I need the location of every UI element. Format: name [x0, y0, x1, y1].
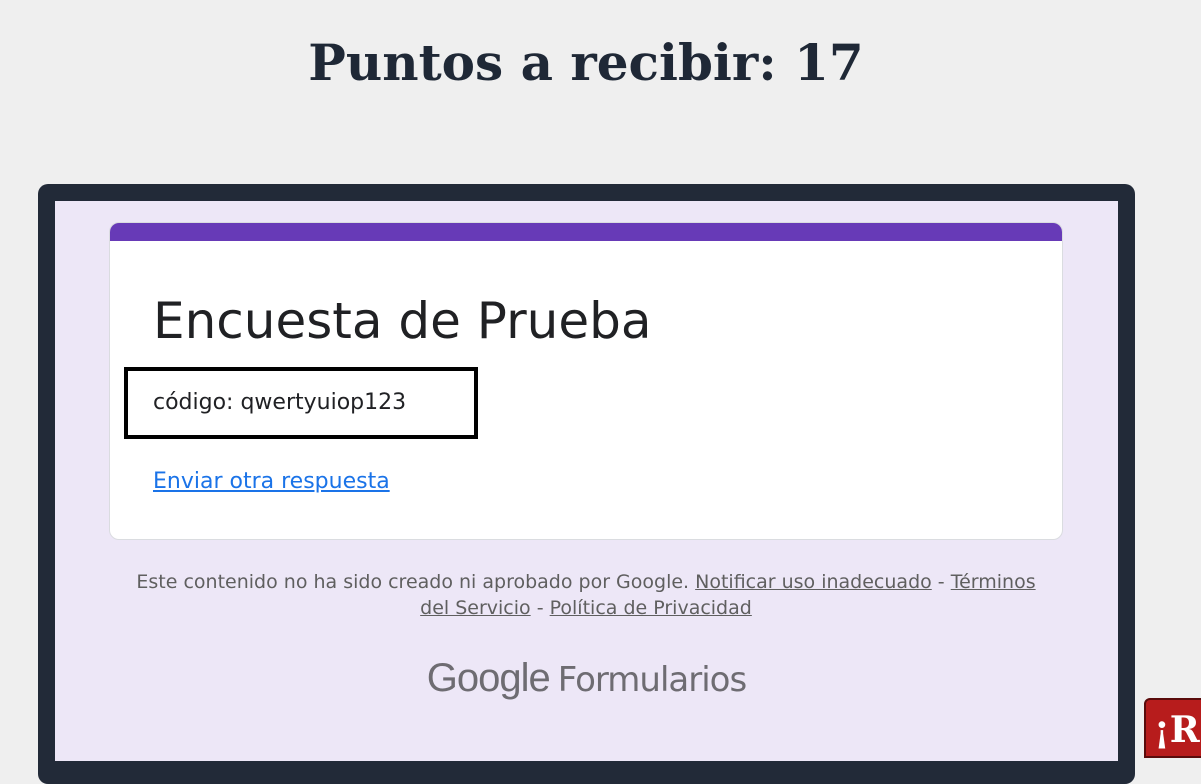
separator: - — [937, 571, 945, 593]
report-abuse-link[interactable]: Notificar uso inadecuado — [695, 571, 932, 593]
form-viewport: Encuesta de Prueba código: qwertyuiop123… — [55, 201, 1118, 761]
footer-disclaimer: Este contenido no ha sido creado ni apro… — [125, 569, 1047, 621]
forms-wordmark: Formularios — [557, 660, 747, 700]
corner-badge[interactable]: ¡RE — [1144, 698, 1201, 758]
submit-another-response-link[interactable]: Enviar otra respuesta — [153, 467, 390, 497]
code-highlight-box: código: qwertyuiop123 — [124, 367, 478, 439]
privacy-policy-link[interactable]: Política de Privacidad — [550, 597, 752, 619]
disclaimer-text: Este contenido no ha sido creado ni apro… — [136, 571, 690, 593]
google-wordmark: Google — [426, 656, 551, 700]
separator: - — [536, 597, 544, 619]
card-accent-bar — [110, 223, 1062, 241]
form-title: Encuesta de Prueba — [153, 292, 652, 350]
form-confirmation-card: Encuesta de Prueba código: qwertyuiop123… — [109, 222, 1063, 540]
points-title: Puntos a recibir: 17 — [308, 33, 864, 92]
google-forms-logo[interactable]: Google Formularios — [55, 653, 1118, 705]
corner-badge-text: ¡RE — [1154, 709, 1201, 751]
code-text: código: qwertyuiop123 — [153, 390, 407, 415]
